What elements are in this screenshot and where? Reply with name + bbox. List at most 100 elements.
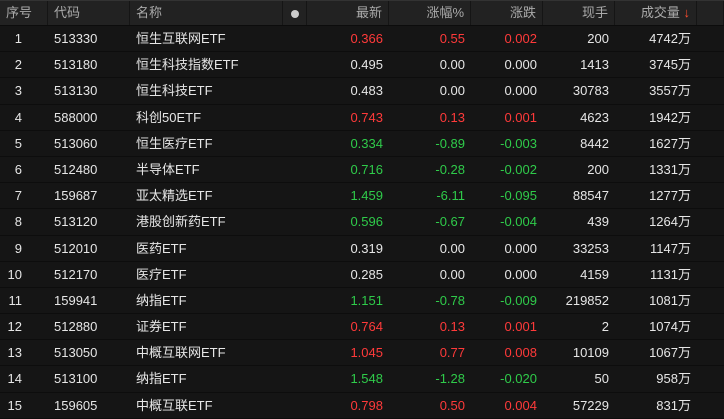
row-filler xyxy=(697,131,724,156)
row-filler xyxy=(697,314,724,339)
table-row[interactable]: 8 513120 港股创新药ETF 0.596 -0.67 -0.004 439 1264万 xyxy=(0,209,724,236)
row-volume: 1942万 xyxy=(649,109,691,125)
table-row[interactable]: 1 513330 恒生互联网ETF 0.366 0.55 0.002 200 4742万 xyxy=(0,26,724,53)
row-dot xyxy=(283,393,307,418)
table-row[interactable]: 11 159941 纳指ETF 1.151 -0.78 -0.009 219852 1081万 xyxy=(0,288,724,315)
row-pct: -0.67 xyxy=(435,214,465,230)
row-code: 588000 xyxy=(54,109,98,125)
row-last: 1.151 xyxy=(350,292,383,308)
row-change: -0.095 xyxy=(500,188,537,204)
row-index: 4 xyxy=(14,109,22,125)
row-volume: 4742万 xyxy=(649,31,691,46)
row-filler xyxy=(697,262,724,287)
row-name: 恒生科技ETF xyxy=(136,83,213,99)
row-change: -0.020 xyxy=(500,371,537,387)
row-code: 513120 xyxy=(54,214,98,230)
row-volume: 1147万 xyxy=(650,240,691,256)
row-name: 恒生科技指数ETF xyxy=(136,57,239,73)
row-filler xyxy=(697,209,724,234)
row-last: 1.459 xyxy=(350,188,383,204)
row-dot xyxy=(283,340,307,365)
row-name: 中概互联ETF xyxy=(136,397,213,413)
header-index[interactable]: 序号 xyxy=(0,1,48,25)
row-volume: 831万 xyxy=(656,397,691,413)
row-hand: 4159 xyxy=(580,266,609,282)
table-row[interactable]: 14 513100 纳指ETF 1.548 -1.28 -0.020 50 958万 xyxy=(0,366,724,393)
row-pct: 0.00 xyxy=(439,266,465,282)
row-change: -0.004 xyxy=(500,214,537,230)
row-filler xyxy=(697,288,724,313)
row-volume: 958万 xyxy=(656,371,691,387)
row-name: 恒生互联网ETF xyxy=(136,31,226,46)
row-pct: 0.00 xyxy=(439,83,465,99)
row-pct: 0.55 xyxy=(439,31,465,46)
header-pct[interactable]: 涨幅% xyxy=(389,1,471,25)
header-code[interactable]: 代码 xyxy=(48,1,130,25)
table-row[interactable]: 4 588000 科创50ETF 0.743 0.13 0.001 4623 1942万 xyxy=(0,105,724,131)
row-pct: 0.77 xyxy=(439,345,465,361)
header-hand[interactable]: 现手 xyxy=(543,1,615,25)
row-code: 512010 xyxy=(54,240,98,256)
row-filler xyxy=(697,366,724,391)
row-last: 0.495 xyxy=(350,57,383,73)
row-filler xyxy=(697,183,724,208)
table-row[interactable]: 3 513130 恒生科技ETF 0.483 0.00 0.000 30783 3557万 xyxy=(0,78,724,105)
row-last: 0.716 xyxy=(350,161,383,177)
row-pct: -0.78 xyxy=(435,292,465,308)
header-filler xyxy=(697,1,724,25)
row-code: 512880 xyxy=(54,319,98,335)
header-change[interactable]: 涨跌 xyxy=(471,1,543,25)
row-dot xyxy=(283,366,307,391)
row-change: -0.003 xyxy=(500,135,537,151)
row-filler xyxy=(697,393,724,418)
sort-desc-icon: ↓ xyxy=(683,5,691,20)
row-volume: 1627万 xyxy=(649,135,691,151)
row-index: 13 xyxy=(7,345,22,361)
row-last: 1.045 xyxy=(350,345,383,361)
row-name: 中概互联网ETF xyxy=(136,345,226,361)
row-dot xyxy=(283,52,307,77)
row-hand: 200 xyxy=(587,161,609,177)
table-row[interactable]: 7 159687 亚太精选ETF 1.459 -6.11 -0.095 88547 1277万 xyxy=(0,183,724,210)
table-row[interactable]: 10 512170 医疗ETF 0.285 0.00 0.000 4159 1131万 xyxy=(0,262,724,288)
row-index: 3 xyxy=(14,83,22,99)
header-volume[interactable]: 成交量 ↓ xyxy=(615,1,697,25)
row-code: 513130 xyxy=(54,83,98,99)
table-row[interactable]: 9 512010 医药ETF 0.319 0.00 0.000 33253 1147万 xyxy=(0,236,724,262)
row-index: 11 xyxy=(8,292,23,308)
row-name: 医药ETF xyxy=(136,240,187,256)
row-last: 0.596 xyxy=(350,214,383,230)
row-hand: 439 xyxy=(587,214,609,230)
row-code: 512480 xyxy=(54,161,98,177)
row-code: 159941 xyxy=(54,292,98,308)
row-dot xyxy=(283,157,307,182)
table-row[interactable]: 6 512480 半导体ETF 0.716 -0.28 -0.002 200 1331万 xyxy=(0,157,724,184)
header-last[interactable]: 最新 xyxy=(307,1,389,25)
row-dot xyxy=(283,78,307,103)
row-dot xyxy=(283,262,307,287)
header-dot[interactable] xyxy=(283,1,307,25)
table-row[interactable]: 13 513050 中概互联网ETF 1.045 0.77 0.008 10109 1067万 xyxy=(0,340,724,367)
row-pct: -0.28 xyxy=(435,161,465,177)
table-row[interactable]: 2 513180 恒生科技指数ETF 0.495 0.00 0.000 1413 3745万 xyxy=(0,52,724,79)
header-name[interactable]: 名称 xyxy=(130,1,283,25)
row-change: -0.009 xyxy=(500,292,537,308)
row-filler xyxy=(697,340,724,365)
row-hand: 88547 xyxy=(572,188,609,204)
row-last: 0.798 xyxy=(350,397,383,413)
row-volume: 1074万 xyxy=(649,319,691,335)
row-dot xyxy=(283,236,307,261)
row-code: 159605 xyxy=(54,397,98,413)
row-change: -0.002 xyxy=(500,161,537,177)
row-pct: -1.28 xyxy=(435,371,465,387)
row-dot xyxy=(283,288,307,313)
row-pct: -0.89 xyxy=(435,135,465,151)
row-dot xyxy=(283,131,307,156)
row-filler xyxy=(697,105,724,130)
row-index: 14 xyxy=(7,371,22,387)
row-index: 10 xyxy=(7,266,22,282)
table-row[interactable]: 15 159605 中概互联ETF 0.798 0.50 0.004 57229 831万 xyxy=(0,393,724,419)
row-dot xyxy=(283,105,307,130)
table-row[interactable]: 12 512880 证券ETF 0.764 0.13 0.001 2 1074万 xyxy=(0,314,724,341)
table-row[interactable]: 5 513060 恒生医疗ETF 0.334 -0.89 -0.003 8442 1627万 xyxy=(0,131,724,157)
